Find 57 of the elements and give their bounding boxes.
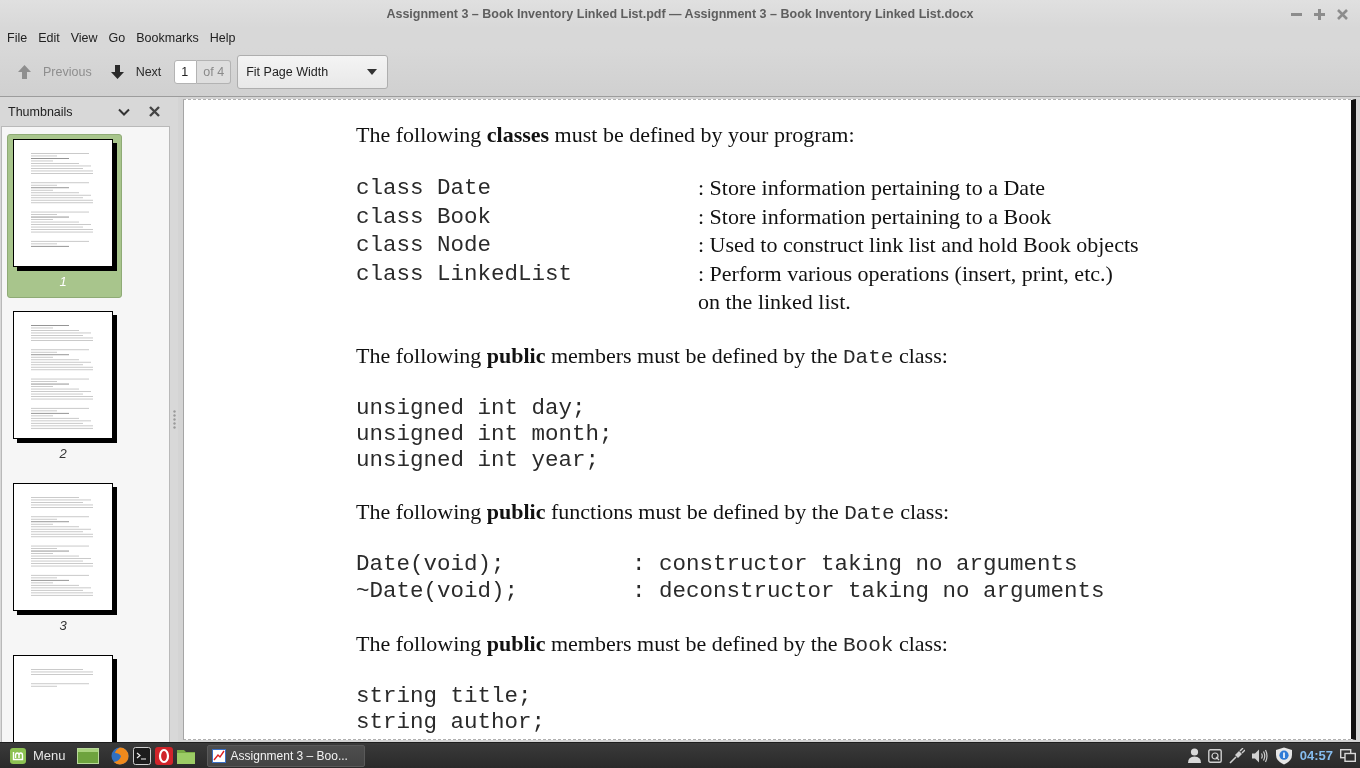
- code-text: unsigned int year;: [356, 446, 601, 473]
- taskbar-window-button[interactable]: Assignment 3 – Boo...: [206, 744, 365, 767]
- code-text: string title;: [356, 682, 533, 709]
- description-text: : Store information pertaining to a Book: [698, 202, 1052, 231]
- thumbnail-item[interactable]: 2: [7, 306, 122, 470]
- menu-item[interactable]: View: [65, 31, 103, 45]
- menu-item[interactable]: File: [2, 31, 33, 45]
- close-icon[interactable]: [149, 106, 160, 117]
- window-title: Assignment 3 – Book Inventory Linked List.pdf — Assignment 3 – Book Inventory Linked List.docx: [386, 7, 974, 21]
- menu-item[interactable]: Go: [103, 31, 131, 45]
- code-text: string author;: [356, 708, 547, 735]
- cable-icon[interactable]: [1228, 747, 1245, 764]
- description-text: : Store information pertaining to a Date: [698, 174, 1045, 202]
- folder-icon[interactable]: [176, 747, 195, 764]
- page-count-label: of 4: [197, 60, 232, 84]
- chart-icon: [211, 748, 226, 763]
- logo-icon: [10, 747, 26, 764]
- page-number-field[interactable]: 1: [174, 60, 198, 84]
- window-list-icon[interactable]: [1340, 749, 1356, 762]
- zoom-dropdown[interactable]: Fit Page Width: [237, 55, 389, 89]
- paragraph-text: The following public members must be defined by the Date class:: [356, 341, 949, 370]
- terminal-icon[interactable]: [132, 746, 151, 765]
- code-text: class Book: [356, 202, 493, 231]
- clock-text[interactable]: 04:57: [1299, 748, 1333, 763]
- thumbnail-item[interactable]: 3: [7, 478, 122, 642]
- caret-icon: [367, 69, 378, 75]
- down-arrow-icon: [110, 65, 124, 79]
- code-comment-text: : deconstructor taking no arguments: [632, 577, 1105, 605]
- paragraph-text: The following classes must be defined by your program:: [356, 121, 856, 149]
- shield-icon[interactable]: [1274, 746, 1293, 765]
- code-text: ~Date(void);: [356, 577, 520, 605]
- user-icon[interactable]: [1187, 748, 1201, 763]
- up-arrow-icon: [18, 65, 31, 79]
- description-text: : Used to construct link list and hold Book objects: [698, 231, 1139, 259]
- code-text: class Node: [356, 231, 493, 260]
- menu-button[interactable]: Menu: [0, 747, 66, 764]
- description-text: : Perform various operations (insert, print, etc.) on the linked list.: [698, 259, 1113, 316]
- volume-icon[interactable]: [1251, 748, 1268, 763]
- menu-item[interactable]: Edit: [33, 31, 65, 45]
- next-button[interactable]: Next: [104, 61, 168, 83]
- sidebar-mode-dropdown[interactable]: Thumbnails: [8, 104, 130, 119]
- chevron-icon: [118, 107, 130, 116]
- code-text: class Date: [356, 174, 493, 203]
- ring-icon[interactable]: [154, 746, 173, 765]
- desktop-icon[interactable]: [76, 747, 99, 764]
- code-text: class LinkedList: [356, 259, 574, 288]
- menu-item[interactable]: Help: [204, 31, 241, 45]
- code-text: Date(void);: [356, 550, 506, 578]
- globe-icon[interactable]: [110, 746, 129, 765]
- paragraph-text: The following public functions must be defined by the Date class:: [356, 497, 951, 526]
- code-text: unsigned int day;: [356, 394, 587, 421]
- paragraph-text: The following public members must be defined by the Book class:: [356, 629, 949, 658]
- magnifier-icon[interactable]: [1207, 748, 1222, 763]
- grip-icon[interactable]: [172, 410, 176, 429]
- code-text: unsigned int month;: [356, 420, 614, 447]
- menu-item[interactable]: Bookmarks: [131, 31, 204, 45]
- code-comment-text: : constructor taking no arguments: [632, 550, 1078, 578]
